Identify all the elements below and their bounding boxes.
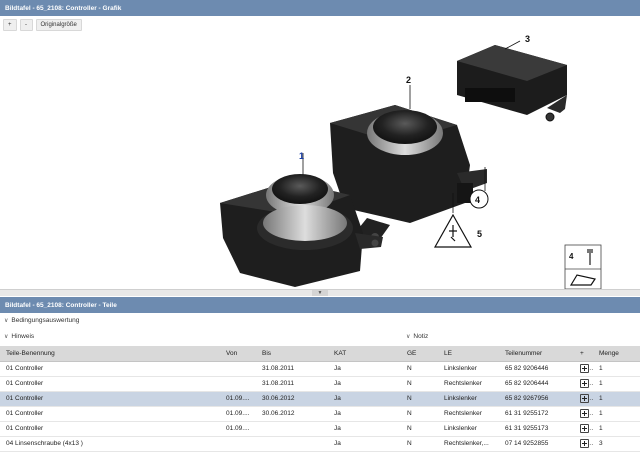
valid-from: 01.09.... [220,406,256,422]
add-to-cart-icon[interactable] [580,394,589,403]
part-number: 65 82 9267956 [499,391,574,407]
steering-value: Rechtslenker,... [438,436,499,452]
quantity: 1 [593,421,640,437]
column-header[interactable]: Bis [256,346,328,362]
column-header[interactable]: + [574,346,593,362]
quantity: 1 [593,391,640,407]
kat-value: Ja [328,436,401,452]
valid-to: 31.08.2011 [256,376,328,392]
kat-value: Ja [328,361,401,377]
callout-2[interactable]: 2 [406,75,411,85]
kat-value: Ja [328,421,401,437]
table-header-row: Teile-Benennung Von Bis KAT GE LE Teilen… [0,346,640,362]
add-to-cart-icon[interactable] [580,409,589,418]
graphic-panel-title: Bildtafel - 65_2108: Controller - Grafik [0,0,640,16]
ge-value: N [401,436,438,452]
valid-to [256,421,328,437]
part-name: 01 Controller [0,391,220,407]
parts-panel-title: Bildtafel - 65_2108: Controller - Teile [0,297,640,313]
callout-1[interactable]: 1 [299,151,304,161]
part-number: 07 14 9252855 [499,436,574,452]
callout-3[interactable]: 3 [525,34,530,44]
valid-from: 01.09.... [220,421,256,437]
part-number: 61 31 9255173 [499,421,574,437]
steering-value: Linkslenker [438,391,499,407]
conditions-section[interactable]: ∨ Bedingungsauswertung [4,317,79,324]
part-number: 65 82 9206446 [499,361,574,377]
zoom-in-button[interactable]: + [3,19,17,31]
quantity: 1 [593,361,640,377]
add-to-cart-icon[interactable] [580,364,589,373]
panel-splitter[interactable]: ▼ [0,289,640,296]
graphic-toolbar: + - Originalgröße [3,19,82,33]
hint-section[interactable]: ∨ Hinweis [4,333,34,340]
kat-value: Ja [328,406,401,422]
valid-to: 31.08.2011 [256,361,328,377]
column-header[interactable]: GE [401,346,438,362]
steering-value: Linkslenker [438,421,499,437]
ge-value: N [401,391,438,407]
part-name: 01 Controller [0,361,220,377]
column-header[interactable]: Menge [593,346,640,362]
parts-illustration: 1 2 3 4 5 4 [195,33,640,290]
part-number: 61 31 9255172 [499,406,574,422]
steering-value: Linkslenker [438,361,499,377]
column-header[interactable]: Teilenummer [499,346,574,362]
table-row[interactable]: 01 Controller 01.09.... 30.06.2012 Ja N … [0,391,640,407]
column-header[interactable]: Teile-Benennung [0,346,220,362]
ge-value: N [401,361,438,377]
valid-from [220,376,256,392]
legend-number: 4 [569,252,574,261]
quantity: 3 [593,436,640,452]
column-header[interactable]: LE [438,346,499,362]
part-name: 04 Linsenschraube (4x13 ) [0,436,220,452]
table-row[interactable]: 01 Controller 01.09.... 30.06.2012 Ja N … [0,406,640,422]
valid-from [220,361,256,377]
original-size-button[interactable]: Originalgröße [35,19,82,31]
note-section[interactable]: ∨ Notiz [406,333,428,340]
esd-warning-icon [433,213,473,248]
note-label: Notiz [413,333,429,340]
control-module-part [457,45,567,122]
hint-label: Hinweis [11,333,35,340]
valid-to: 30.06.2012 [256,406,328,422]
steering-value: Rechtslenker [438,406,499,422]
kat-value: Ja [328,376,401,392]
valid-from: 01.09.... [220,391,256,407]
ge-value: N [401,376,438,392]
ge-value: N [401,406,438,422]
splitter-grip-icon[interactable]: ▼ [312,290,328,296]
part-name: 01 Controller [0,406,220,422]
valid-to: 30.06.2012 [256,391,328,407]
steering-value: Rechtslenker [438,376,499,392]
valid-from [220,436,256,452]
add-to-cart-icon[interactable] [580,424,589,433]
chevron-down-icon: ∨ [406,334,411,340]
table-row[interactable]: 04 Linsenschraube (4x13 ) Ja N Rechtslen… [0,436,640,452]
ge-value: N [401,421,438,437]
part-name: 01 Controller [0,376,220,392]
column-header[interactable]: Von [220,346,256,362]
quantity: 1 [593,406,640,422]
kat-value: Ja [328,391,401,407]
controller-drawing: 1 2 3 4 5 4 [220,34,602,290]
zoom-out-button[interactable]: - [19,19,33,31]
add-to-cart-icon[interactable] [580,439,589,448]
part-name: 01 Controller [0,421,220,437]
table-row[interactable]: 01 Controller 31.08.2011 Ja N Rechtslenk… [0,376,640,392]
chevron-down-icon: ∨ [4,318,9,324]
column-header[interactable]: KAT [328,346,401,362]
add-to-cart-icon[interactable] [580,379,589,388]
callout-5[interactable]: 5 [477,229,482,239]
part-number: 65 82 9206444 [499,376,574,392]
conditions-label: Bedingungsauswertung [11,317,80,324]
valid-to [256,436,328,452]
callout-4[interactable]: 4 [475,195,480,205]
parts-table-wrap: Teile-Benennung Von Bis KAT GE LE Teilen… [0,346,640,452]
quantity: 1 [593,376,640,392]
parts-table: Teile-Benennung Von Bis KAT GE LE Teilen… [0,346,640,452]
table-row[interactable]: 01 Controller 31.08.2011 Ja N Linkslenke… [0,361,640,377]
chevron-down-icon: ∨ [4,334,9,340]
table-row[interactable]: 01 Controller 01.09.... Ja N Linkslenker… [0,421,640,437]
